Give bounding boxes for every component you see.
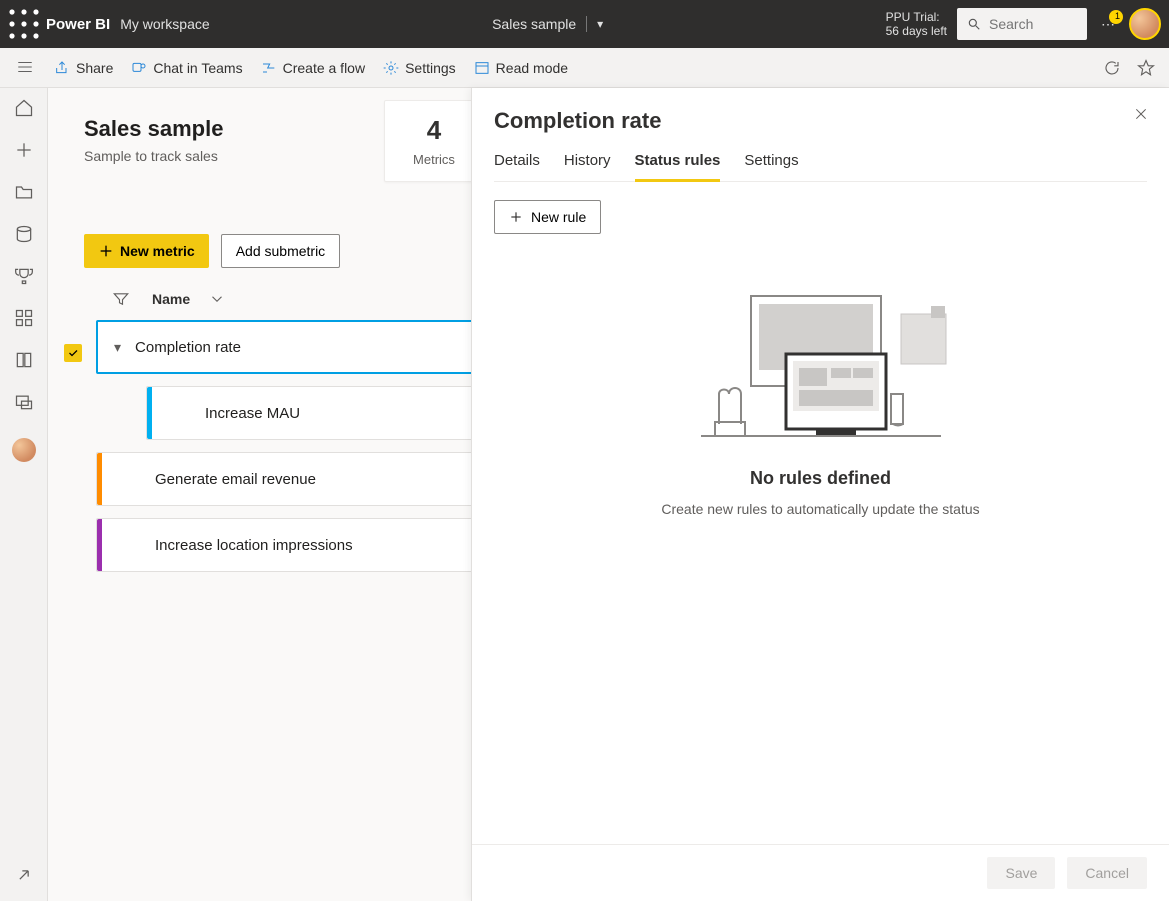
workspace-icon[interactable] bbox=[14, 392, 34, 412]
search-input[interactable] bbox=[989, 16, 1069, 32]
tab-history[interactable]: History bbox=[564, 152, 611, 181]
rail-avatar[interactable] bbox=[12, 438, 36, 462]
tab-settings[interactable]: Settings bbox=[744, 152, 798, 181]
brand-label: Power BI bbox=[46, 16, 110, 33]
kpi-metrics[interactable]: 4 Metrics bbox=[384, 100, 484, 182]
plus-icon[interactable] bbox=[14, 140, 34, 160]
topbar: Power BI My workspace Sales sample ▾ PPU… bbox=[0, 0, 1169, 48]
data-icon[interactable] bbox=[14, 224, 34, 244]
new-rule-button[interactable]: New rule bbox=[494, 200, 601, 234]
empty-state-illustration bbox=[691, 284, 951, 444]
avatar[interactable] bbox=[1129, 8, 1161, 40]
add-submetric-button[interactable]: Add submetric bbox=[221, 234, 340, 268]
current-file-name[interactable]: Sales sample bbox=[492, 16, 576, 32]
command-bar: Share Chat in Teams Create a flow Settin… bbox=[0, 48, 1169, 88]
filter-icon[interactable] bbox=[112, 290, 130, 308]
chevron-down-icon[interactable]: ▾ bbox=[114, 339, 121, 356]
apps-icon[interactable] bbox=[14, 308, 34, 328]
tab-status-rules[interactable]: Status rules bbox=[635, 152, 721, 182]
empty-state: No rules defined Create new rules to aut… bbox=[494, 284, 1147, 517]
details-panel: Completion rate Details History Status r… bbox=[471, 88, 1169, 901]
chat-in-teams-button[interactable]: Chat in Teams bbox=[131, 60, 242, 76]
app-launcher-icon[interactable] bbox=[8, 8, 40, 40]
new-metric-button[interactable]: New metric bbox=[84, 234, 209, 268]
chevron-down-icon[interactable]: ▾ bbox=[597, 17, 603, 31]
trial-status[interactable]: PPU Trial: 56 days left bbox=[886, 10, 947, 38]
status-accent bbox=[97, 519, 102, 571]
trophy-icon[interactable] bbox=[14, 266, 34, 286]
search-icon bbox=[967, 17, 981, 31]
favorite-icon[interactable] bbox=[1137, 59, 1155, 77]
settings-button[interactable]: Settings bbox=[383, 60, 456, 76]
status-accent bbox=[97, 453, 102, 505]
chevron-down-icon[interactable] bbox=[208, 290, 226, 308]
cancel-button[interactable]: Cancel bbox=[1067, 857, 1147, 889]
row-checkbox[interactable] bbox=[64, 344, 82, 362]
workspace-name[interactable]: My workspace bbox=[120, 16, 209, 32]
create-flow-button[interactable]: Create a flow bbox=[261, 60, 365, 76]
read-mode-button[interactable]: Read mode bbox=[474, 60, 568, 76]
folder-icon[interactable] bbox=[14, 182, 34, 202]
empty-state-subtitle: Create new rules to automatically update… bbox=[661, 501, 979, 517]
share-button[interactable]: Share bbox=[54, 60, 113, 76]
left-rail bbox=[0, 88, 48, 901]
search-box[interactable] bbox=[957, 8, 1087, 40]
tab-details[interactable]: Details bbox=[494, 152, 540, 181]
expand-icon[interactable] bbox=[14, 865, 34, 885]
status-accent bbox=[147, 387, 152, 439]
divider bbox=[586, 16, 587, 32]
hamburger-icon[interactable] bbox=[16, 58, 34, 79]
close-icon[interactable] bbox=[1133, 106, 1149, 125]
learn-icon[interactable] bbox=[14, 350, 34, 370]
more-options-icon[interactable]: ⋯1 bbox=[1101, 16, 1115, 33]
refresh-icon[interactable] bbox=[1103, 59, 1121, 77]
home-icon[interactable] bbox=[14, 98, 34, 118]
kpi-value: 4 bbox=[413, 115, 455, 146]
panel-title: Completion rate bbox=[494, 108, 1147, 134]
name-column-header[interactable]: Name bbox=[152, 291, 190, 307]
kpi-label: Metrics bbox=[413, 152, 455, 167]
empty-state-title: No rules defined bbox=[750, 468, 891, 489]
save-button[interactable]: Save bbox=[987, 857, 1055, 889]
